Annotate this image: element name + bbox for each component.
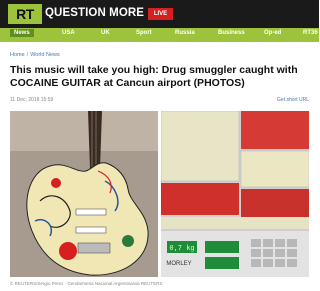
- brand-tagline: QUESTION MORE: [45, 7, 145, 19]
- nav-item-business[interactable]: Business: [218, 30, 245, 36]
- packages-illustration: 0,7 kg MORLEY: [161, 111, 309, 277]
- nav-item-oped[interactable]: Op-ed: [264, 30, 281, 36]
- breadcrumb: Home / World News: [10, 52, 60, 58]
- rt-logo[interactable]: RT: [8, 4, 42, 24]
- breadcrumb-separator: /: [26, 52, 29, 58]
- short-url-link[interactable]: Get short URL: [277, 97, 309, 103]
- guitar-photo: [10, 111, 158, 277]
- nav-item-uk[interactable]: UK: [101, 30, 110, 36]
- breadcrumb-section[interactable]: World News: [30, 52, 60, 58]
- scale-brand-label: MORLEY: [166, 261, 191, 267]
- scale-display-reading: 0,7 kg: [169, 244, 194, 252]
- live-button[interactable]: LIVE: [148, 8, 173, 20]
- nav-item-usa[interactable]: USA: [62, 30, 75, 36]
- nav-item-sport[interactable]: Sport: [136, 30, 152, 36]
- top-bar: RT QUESTION MORE LIVE: [0, 0, 319, 28]
- main-nav: News USA UK Sport Russia Business Op-ed …: [0, 28, 319, 42]
- nav-item-rt360[interactable]: RT36: [303, 30, 318, 36]
- breadcrumb-home[interactable]: Home: [10, 52, 25, 58]
- article-title: This music will take you high: Drug smug…: [10, 64, 298, 89]
- cocaine-packages-photo: 0,7 kg MORLEY: [161, 111, 309, 277]
- guitar-illustration: [10, 111, 158, 277]
- nav-item-news[interactable]: News: [10, 29, 34, 37]
- nav-item-russia[interactable]: Russia: [175, 30, 195, 36]
- photo-caption: © REUTERS/Sergio Perez · Gendarmeria Nac…: [10, 281, 163, 286]
- article-date: 11 Dec, 2018 15:59: [10, 97, 54, 103]
